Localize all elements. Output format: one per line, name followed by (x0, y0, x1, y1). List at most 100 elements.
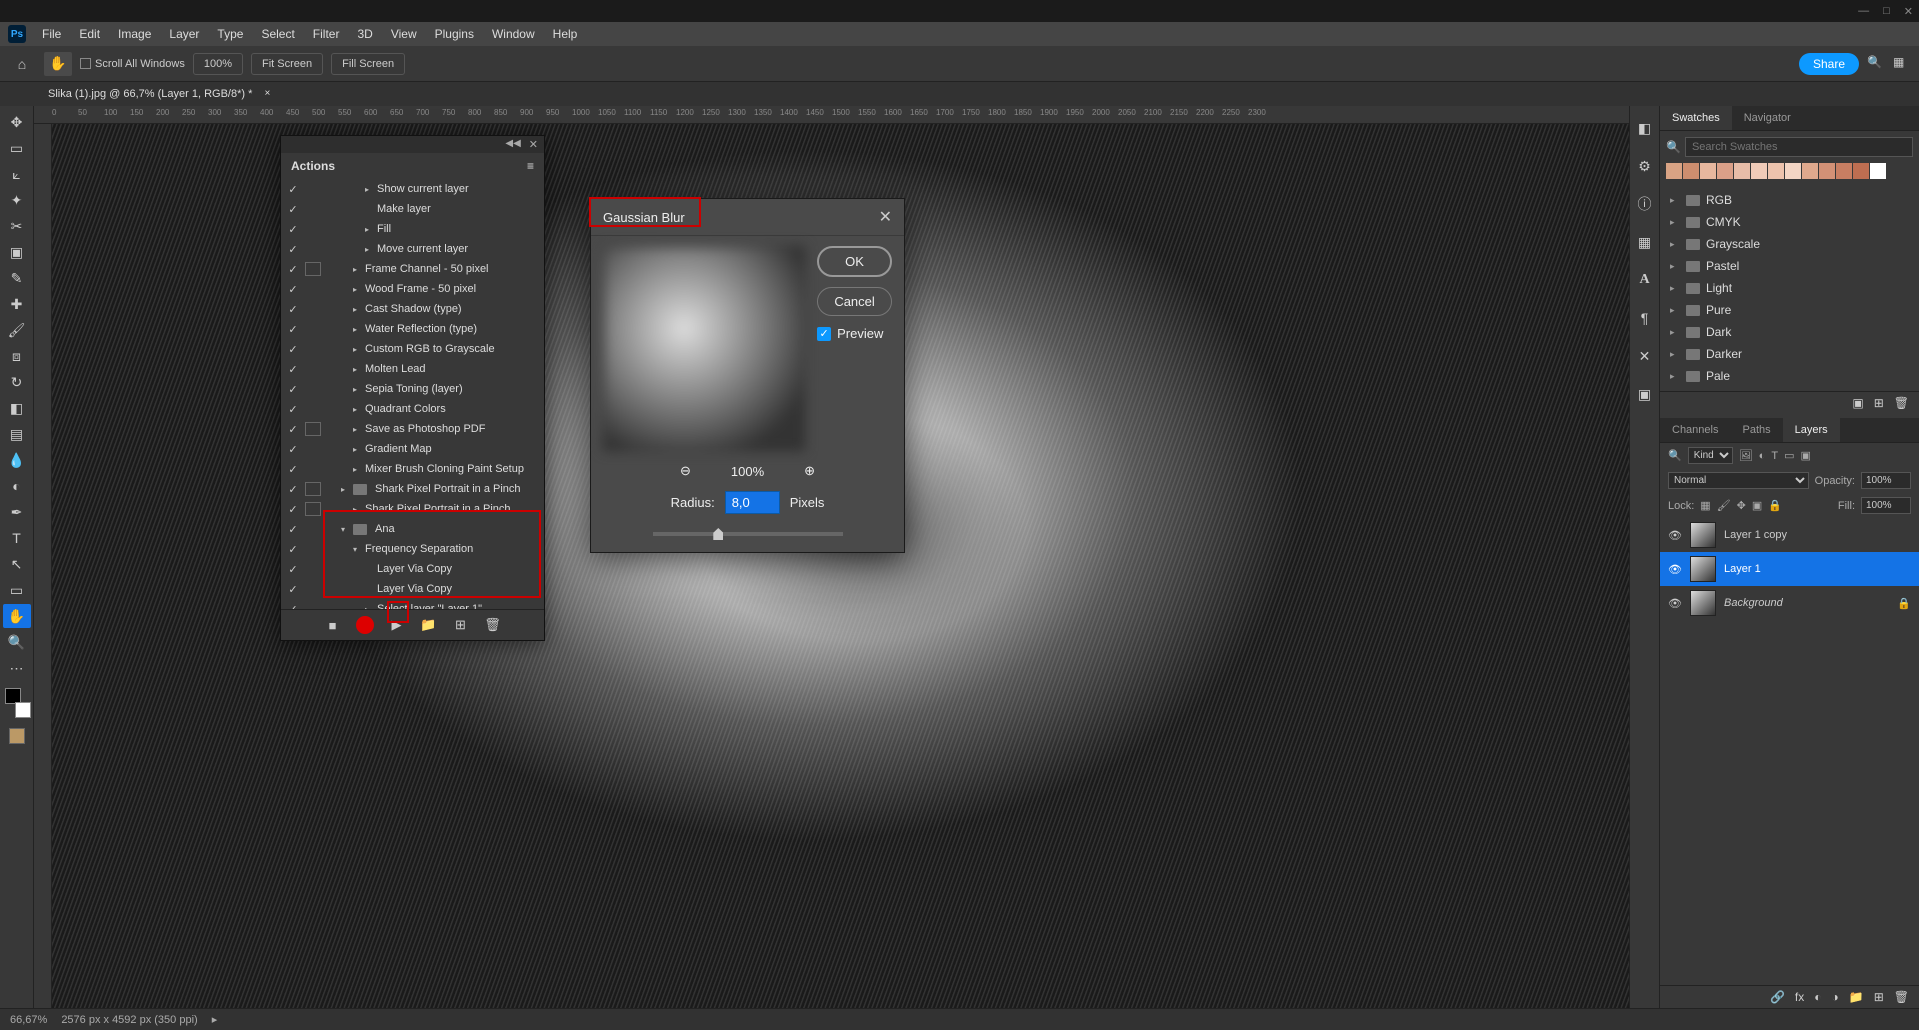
action-item[interactable]: ✓▸Quadrant Colors (281, 399, 544, 419)
blur-preview[interactable] (603, 246, 805, 451)
fx-icon[interactable]: fx (1795, 990, 1804, 1004)
search-swatches-input[interactable] (1685, 137, 1913, 157)
action-item[interactable]: ✓▸Cast Shadow (type) (281, 299, 544, 319)
close-panel-icon[interactable]: ✕ (529, 138, 538, 151)
workspace-icon[interactable]: ▦ (1893, 55, 1911, 73)
color-swatches[interactable] (5, 688, 29, 712)
swatch-folder[interactable]: Pale (1660, 365, 1919, 387)
share-button[interactable]: Share (1799, 53, 1859, 75)
type-tool[interactable]: T (3, 526, 31, 550)
action-item[interactable]: ✓▸Water Reflection (type) (281, 319, 544, 339)
swatch-folder[interactable]: RGB (1660, 189, 1919, 211)
blend-mode-select[interactable]: Normal (1668, 472, 1809, 489)
swatch-folder[interactable]: Pure (1660, 299, 1919, 321)
visibility-icon[interactable]: 👁 (1668, 563, 1682, 576)
paragraph-panel-icon[interactable]: ¶ (1635, 308, 1655, 328)
panel-menu-icon[interactable]: ≡ (527, 159, 534, 173)
lock-artboard-icon[interactable]: ▣ (1752, 499, 1762, 512)
zoom-in-icon[interactable]: ⊕ (804, 463, 815, 479)
action-item[interactable]: ✓▸Shark Pixel Portrait in a Pinch (281, 499, 544, 519)
swatch-folder[interactable]: Light (1660, 277, 1919, 299)
move-tool[interactable]: ✥ (3, 110, 31, 134)
delete-layer-icon[interactable]: 🗑 (1894, 990, 1909, 1004)
path-tool[interactable]: ↖ (3, 552, 31, 576)
slider-thumb[interactable] (713, 528, 723, 540)
visibility-icon[interactable]: 👁 (1668, 597, 1682, 610)
healing-tool[interactable]: ✚ (3, 292, 31, 316)
stamp-tool[interactable]: ⧈ (3, 344, 31, 368)
zoom-out-icon[interactable]: ⊖ (680, 463, 691, 479)
crop-tool[interactable]: ✂ (3, 214, 31, 238)
menu-plugins[interactable]: Plugins (427, 24, 482, 44)
lock-all-icon[interactable]: 🔒 (1768, 499, 1782, 512)
menu-edit[interactable]: Edit (71, 24, 108, 44)
character-panel-icon[interactable]: A (1635, 270, 1655, 290)
action-item[interactable]: ✓▸Shark Pixel Portrait in a Pinch (281, 479, 544, 499)
close-tab-icon[interactable]: × (265, 88, 271, 99)
delete-action-icon[interactable]: 🗑 (484, 616, 502, 634)
link-icon[interactable]: 🔗 (1770, 990, 1785, 1004)
eraser-tool[interactable]: ◧ (3, 396, 31, 420)
menu-view[interactable]: View (383, 24, 425, 44)
menu-image[interactable]: Image (110, 24, 159, 44)
layer-item[interactable]: 👁Background🔒 (1660, 586, 1919, 620)
action-item[interactable]: ✓▸Show current layer (281, 179, 544, 199)
new-layer-icon[interactable]: ⊞ (1874, 990, 1884, 1004)
status-chevron[interactable]: ▸ (212, 1013, 218, 1026)
close-window-button[interactable]: ✕ (1904, 5, 1913, 18)
paths-tab[interactable]: Paths (1730, 418, 1782, 442)
swatch[interactable] (1666, 163, 1682, 179)
menu-filter[interactable]: Filter (305, 24, 348, 44)
filter-image-icon[interactable]: 🖼 (1739, 449, 1753, 462)
gaussian-blur-dialog[interactable]: Gaussian Blur ✕ OK Cancel ✓Preview ⊖ 100… (590, 198, 905, 553)
mask-icon[interactable]: ◐ (1814, 990, 1821, 1004)
menu-3d[interactable]: 3D (349, 24, 380, 44)
background-color[interactable] (15, 702, 31, 718)
quick-mask[interactable] (9, 728, 25, 744)
info-panel-icon[interactable]: ⓘ (1635, 194, 1655, 214)
maximize-button[interactable]: □ (1883, 5, 1890, 17)
action-item[interactable]: ✓▾Frequency Separation (281, 539, 544, 559)
swatch[interactable] (1751, 163, 1767, 179)
adjustments-panel-icon[interactable]: ⚙ (1635, 156, 1655, 176)
collapse-icon[interactable]: ◀◀ (505, 138, 520, 151)
zoom-tool[interactable]: 🔍 (3, 630, 31, 654)
action-item[interactable]: ✓▸Molten Lead (281, 359, 544, 379)
actions-panel[interactable]: ◀◀ ✕ Actions ≡ ✓▸Show current layer✓Make… (280, 135, 545, 641)
record-icon[interactable] (356, 616, 374, 634)
frame-tool[interactable]: ▣ (3, 240, 31, 264)
menu-help[interactable]: Help (545, 24, 586, 44)
action-item[interactable]: ✓▾Ana (281, 519, 544, 539)
action-item[interactable]: ✓▸Custom RGB to Grayscale (281, 339, 544, 359)
lock-position-icon[interactable]: ✥ (1737, 499, 1746, 512)
swatch[interactable] (1853, 163, 1869, 179)
action-item[interactable]: ✓Layer Via Copy (281, 559, 544, 579)
menu-layer[interactable]: Layer (161, 24, 207, 44)
new-group-icon[interactable]: ▣ (1852, 396, 1863, 410)
action-item[interactable]: ✓▸Fill (281, 219, 544, 239)
channels-tab[interactable]: Channels (1660, 418, 1730, 442)
filter-adj-icon[interactable]: ◐ (1759, 450, 1766, 462)
swatch[interactable] (1683, 163, 1699, 179)
blur-tool[interactable]: 💧 (3, 448, 31, 472)
filter-shape-icon[interactable]: ▭ (1784, 449, 1794, 462)
swatch[interactable] (1785, 163, 1801, 179)
scroll-all-checkbox[interactable]: Scroll All Windows (80, 58, 185, 70)
action-item[interactable]: ✓▸Save as Photoshop PDF (281, 419, 544, 439)
wand-tool[interactable]: ✦ (3, 188, 31, 212)
zoom-level[interactable]: 66,67% (10, 1014, 47, 1026)
kind-select[interactable]: Kind (1688, 447, 1733, 464)
layer-item[interactable]: 👁Layer 1 copy (1660, 518, 1919, 552)
dodge-tool[interactable]: ◐ (3, 474, 31, 498)
menu-select[interactable]: Select (253, 24, 302, 44)
swatch[interactable] (1819, 163, 1835, 179)
cancel-button[interactable]: Cancel (817, 287, 892, 316)
lock-paint-icon[interactable]: 🖌 (1717, 499, 1731, 512)
visibility-icon[interactable]: 👁 (1668, 529, 1682, 542)
layers-tab[interactable]: Layers (1783, 418, 1840, 442)
action-item[interactable]: ✓▸Mixer Brush Cloning Paint Setup (281, 459, 544, 479)
swatch[interactable] (1700, 163, 1716, 179)
stop-icon[interactable]: ■ (324, 616, 342, 634)
navigator-tab[interactable]: Navigator (1732, 106, 1803, 130)
new-set-icon[interactable]: 📁 (420, 616, 438, 634)
